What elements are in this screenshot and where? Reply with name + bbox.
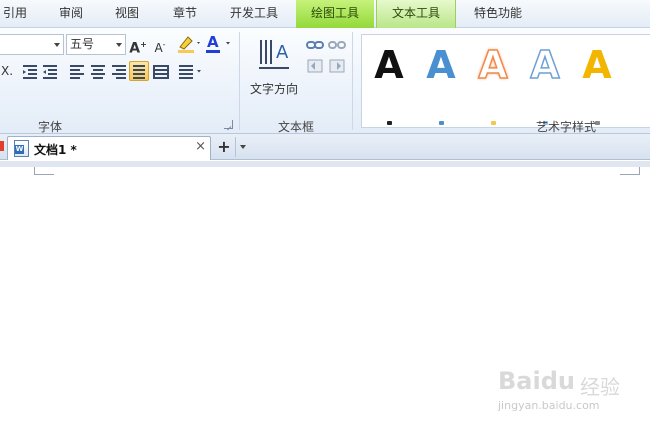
tab-references[interactable]: 引用 — [0, 0, 30, 28]
wordart-style-1[interactable]: A — [366, 41, 412, 89]
text-direction-icon: A — [259, 40, 289, 69]
svg-text:A: A — [207, 33, 219, 51]
decrease-indent-icon[interactable] — [20, 61, 40, 81]
shrink-font-icon[interactable]: A- — [150, 35, 170, 55]
ribbon: 五号 A+ A- A X. 字体 A 文字方向 文本框 A A A A A 艺术… — [0, 28, 650, 134]
tab-developer-tools[interactable]: 开发工具 — [222, 0, 286, 28]
document-tab-bar: 文档1 * × + — [0, 134, 650, 160]
wordart-style-2[interactable]: A — [418, 41, 464, 89]
font-group-label: 字体 — [37, 120, 62, 134]
align-left-icon[interactable] — [67, 61, 87, 81]
line-spacing-icon[interactable] — [176, 61, 204, 81]
chevron-down-icon — [240, 145, 246, 149]
margin-corner-left — [34, 167, 54, 175]
pin-marker — [0, 141, 4, 151]
watermark-suffix: 经验 — [580, 375, 620, 399]
wordart-style-5[interactable]: A — [574, 41, 620, 89]
document-tab[interactable]: 文档1 * × — [7, 136, 211, 160]
highlight-icon[interactable] — [176, 33, 202, 53]
distribute-icon[interactable] — [151, 61, 171, 81]
chevron-down-icon — [116, 43, 122, 47]
group-divider — [352, 32, 353, 130]
align-center-icon[interactable] — [88, 61, 108, 81]
tab-drawing-tools[interactable]: 绘图工具 — [296, 0, 374, 28]
text-direction-button[interactable]: A 文字方向 — [246, 36, 302, 104]
document-tab-title: 文档1 * — [34, 143, 77, 157]
next-textbox-icon[interactable] — [328, 58, 346, 74]
chevron-down-icon — [54, 43, 60, 47]
font-size-value: 五号 — [70, 37, 95, 51]
close-icon[interactable]: × — [195, 139, 206, 154]
dialog-launcher-icon[interactable] — [224, 120, 233, 129]
align-right-icon[interactable] — [109, 61, 129, 81]
margin-corner-right — [620, 167, 640, 175]
wordart-style-4[interactable]: A — [522, 41, 568, 89]
font-size-dropdown[interactable]: 五号 — [66, 34, 126, 55]
wordart-style-gallery: A A A A A — [361, 34, 650, 128]
watermark-url: jingyan.baidu.com — [498, 399, 600, 412]
tab-review[interactable]: 审阅 — [50, 0, 92, 28]
group-divider — [239, 32, 240, 130]
gallery-row-marker — [439, 121, 444, 125]
baidu-watermark: Baidu 经验 jingyan.baidu.com — [498, 367, 648, 417]
tab-text-tools[interactable]: 文本工具 — [376, 0, 456, 28]
font-name-dropdown[interactable] — [0, 34, 64, 55]
new-tab-dropdown[interactable] — [235, 137, 250, 157]
new-tab-button[interactable]: + — [215, 137, 233, 157]
previous-textbox-icon[interactable] — [306, 58, 324, 74]
textbox-group-label: 文本框 — [277, 120, 314, 134]
document-icon — [14, 140, 29, 157]
link-textbox-icon[interactable] — [306, 37, 324, 53]
grow-font-icon[interactable]: A+ — [128, 35, 148, 57]
clear-format-icon[interactable]: X. — [0, 61, 14, 81]
increase-indent-icon[interactable] — [40, 61, 60, 81]
page-top-shadow — [0, 161, 650, 167]
font-color-icon[interactable]: A — [204, 33, 232, 53]
wordart-group-label: 艺术字样式 — [535, 120, 596, 134]
wordart-style-3[interactable]: A — [470, 41, 516, 89]
baidu-logo: Baidu — [498, 367, 575, 395]
gallery-row-marker — [491, 121, 496, 125]
menu-tab-bar: 引用 审阅 视图 章节 开发工具 绘图工具 文本工具 特色功能 — [0, 0, 650, 28]
unlink-textbox-icon[interactable] — [328, 37, 346, 53]
text-direction-label: 文字方向 — [249, 82, 298, 96]
justify-icon[interactable] — [129, 61, 149, 81]
tab-section[interactable]: 章节 — [162, 0, 208, 28]
tab-special-features[interactable]: 特色功能 — [466, 0, 530, 28]
gallery-row-marker — [387, 121, 392, 125]
svg-text:A: A — [276, 42, 289, 63]
tab-view[interactable]: 视图 — [106, 0, 148, 28]
